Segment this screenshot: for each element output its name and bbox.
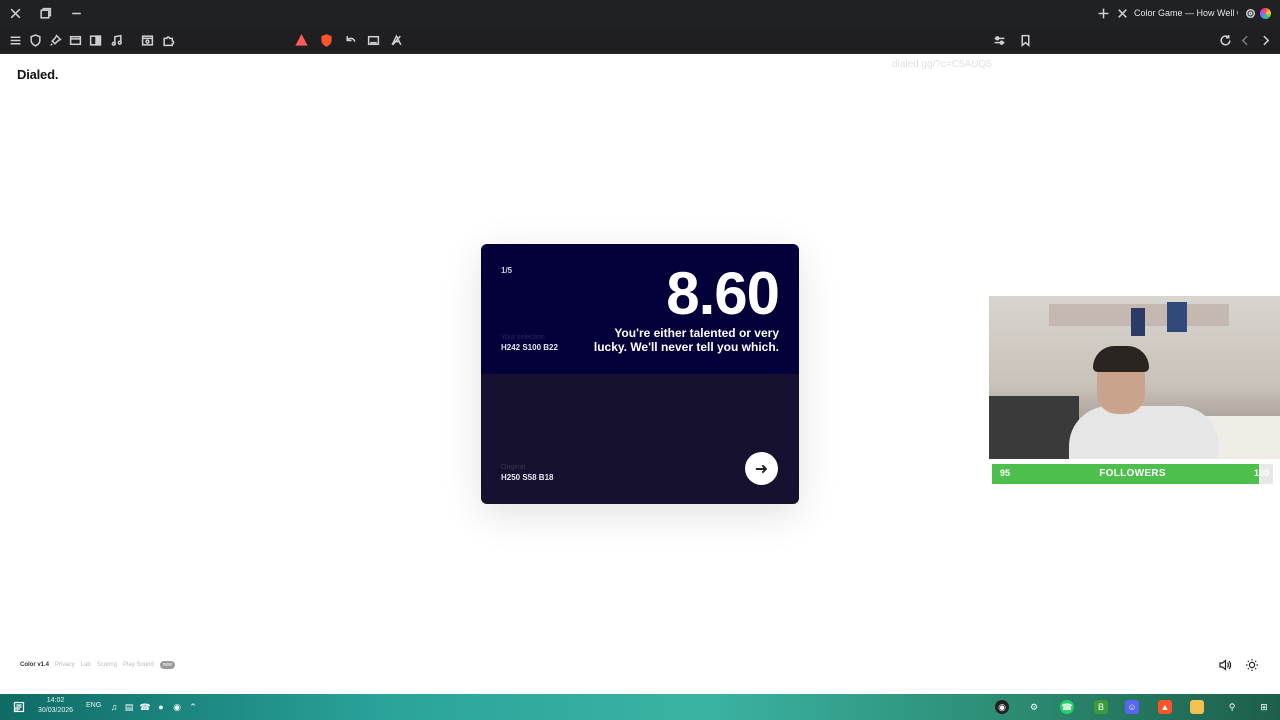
brave-shields-icon[interactable]: [318, 32, 334, 48]
pin-icon[interactable]: [47, 32, 63, 48]
forward-icon[interactable]: [1257, 32, 1273, 48]
address-bar-url[interactable]: dialed.gg/?c=C5AUQ5: [892, 59, 992, 70]
discord-app-icon[interactable]: ☺: [1125, 700, 1139, 714]
reload-icon[interactable]: [1217, 32, 1233, 48]
picture-in-picture-icon[interactable]: [365, 32, 381, 48]
extensions-icon[interactable]: [160, 32, 176, 48]
shield-icon[interactable]: [27, 32, 43, 48]
followers-goal-bar: 95 FOLLOWERS 100: [992, 464, 1273, 484]
clock-date: 30/03/2026: [38, 707, 74, 714]
screenshot-icon[interactable]: [139, 32, 155, 48]
browser-titlebar: Color Game — How Well Can: [0, 0, 1280, 26]
new-badge: new: [159, 661, 175, 669]
b-app-icon[interactable]: B: [1094, 700, 1108, 714]
network-icon[interactable]: ▤: [122, 700, 136, 714]
bookmark-icon[interactable]: [1017, 32, 1033, 48]
brave-rewards-icon[interactable]: [293, 32, 309, 48]
back-icon[interactable]: [1237, 32, 1253, 48]
original-value: H250 S58 B18: [501, 473, 554, 482]
input-language[interactable]: ENG: [86, 702, 101, 709]
footer-link-privacy[interactable]: Privacy: [55, 662, 75, 668]
original-swatch: Original H250 S58 B18 ➜: [481, 374, 799, 504]
selection-swatch: 1/5 8.60 You're either talented or very …: [481, 244, 799, 374]
footer-link-scoring[interactable]: Scoring: [97, 662, 117, 668]
clock-time: 14:02: [46, 697, 65, 704]
file-explorer-icon[interactable]: [1190, 700, 1204, 714]
webcam-overlay: [989, 296, 1280, 459]
tab-close-icon[interactable]: [1114, 5, 1130, 21]
microphone-icon[interactable]: ●: [154, 700, 168, 714]
selection-value: H242 S100 B22: [501, 343, 558, 352]
sidebar-icon[interactable]: [87, 32, 103, 48]
arrow-right-icon: ➜: [754, 460, 769, 478]
music-icon[interactable]: [108, 32, 124, 48]
show-hidden-icons-icon[interactable]: ⌃: [186, 700, 200, 714]
whatsapp-app-icon[interactable]: ☎: [1060, 700, 1074, 714]
volume-tray-icon[interactable]: ♫: [107, 700, 121, 714]
footer-link-play-sound[interactable]: Play Sound: [123, 662, 154, 668]
followers-label: FOLLOWERS: [1099, 468, 1166, 479]
site-settings-icon[interactable]: [991, 32, 1007, 48]
system-clock[interactable]: 14:02 30/03/2026: [38, 696, 73, 716]
obs-app-icon[interactable]: ◉: [995, 700, 1009, 714]
tab-favicon-icon: [1260, 7, 1271, 19]
tab-title: Color Game — How Well Can: [1134, 8, 1238, 18]
undo-icon[interactable]: [342, 32, 358, 48]
active-tab[interactable]: Color Game — How Well Can: [1112, 0, 1280, 26]
restore-icon[interactable]: [37, 5, 53, 21]
search-icon[interactable]: ⚲: [1225, 700, 1239, 714]
followers-goal: 100: [1253, 468, 1269, 478]
new-tab-icon[interactable]: [1095, 5, 1111, 21]
close-icon[interactable]: [7, 5, 23, 21]
tabs-icon[interactable]: [67, 32, 83, 48]
page-footer: Color v1.4 Privacy Lab Scoring Play Soun…: [20, 661, 175, 669]
result-message: You're either talented or very lucky. We…: [593, 326, 779, 354]
settings-app-icon[interactable]: ⚙: [1027, 700, 1041, 714]
ai-icon[interactable]: [388, 32, 404, 48]
notification-count: 6: [15, 707, 19, 713]
score: 8.60: [666, 260, 780, 327]
minimize-icon[interactable]: [68, 5, 84, 21]
browser-toolbar: dialed.gg/?c=C5AUQ5: [0, 26, 1280, 70]
footer-link-lab[interactable]: Lab: [81, 662, 91, 668]
start-menu-icon[interactable]: ⊞: [1257, 700, 1271, 714]
volume-icon[interactable]: [1218, 658, 1232, 672]
obs-tray-icon[interactable]: ◉: [170, 700, 184, 714]
round-counter: 1/5: [501, 266, 513, 275]
tab-extension-icon[interactable]: [1242, 5, 1258, 21]
site-logo[interactable]: Dialed.: [17, 67, 58, 82]
brave-app-icon[interactable]: ▲: [1158, 700, 1172, 714]
menu-icon[interactable]: [7, 32, 23, 48]
theme-toggle-icon[interactable]: [1245, 658, 1259, 672]
result-card: 1/5 8.60 You're either talented or very …: [481, 244, 799, 504]
selection-label: Your selection: [501, 334, 545, 341]
next-round-button[interactable]: ➜: [745, 452, 778, 485]
whatsapp-tray-icon[interactable]: ☎: [138, 700, 152, 714]
version-label: Color v1.4: [20, 662, 50, 668]
os-taskbar: 6 14:02 30/03/2026 ENG ♫ ▤ ☎ ● ◉ ⌃ ◉ ⚙ ☎…: [0, 694, 1280, 720]
original-label: Original: [501, 464, 526, 471]
